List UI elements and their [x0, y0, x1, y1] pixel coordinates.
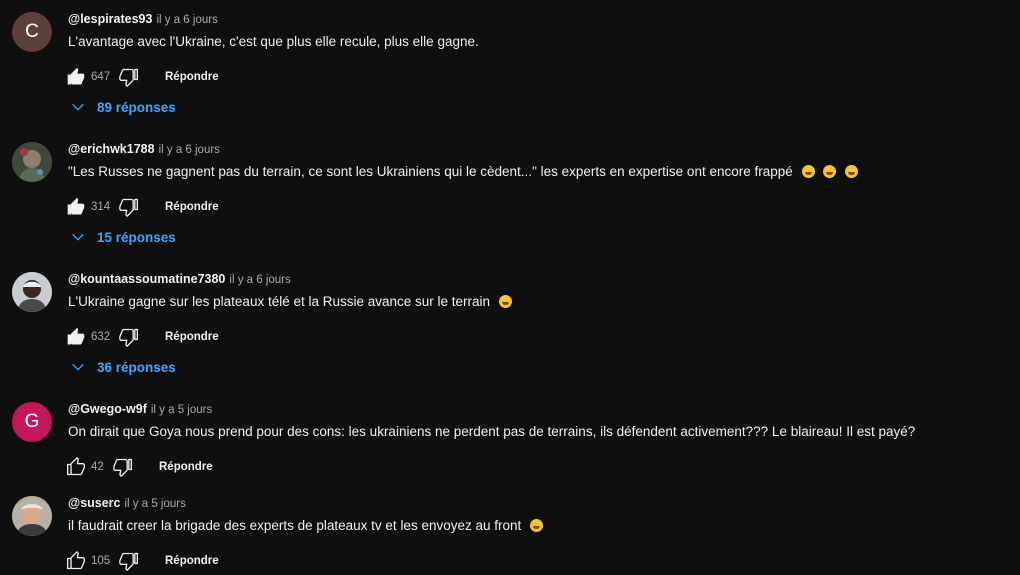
thumb-down-icon: [119, 68, 138, 87]
like-count: 42: [91, 461, 104, 473]
comment-author[interactable]: @erichwk1788: [68, 142, 155, 156]
comment-text: "Les Russes ne gagnent pas du terrain, c…: [68, 164, 859, 179]
thumb-down-icon: [113, 458, 132, 477]
comment-text-content: L'avantage avec l'Ukraine, c'est que plu…: [68, 34, 479, 49]
comment-actions: 314 Répondre: [66, 195, 219, 219]
comment-actions: 632 Répondre: [66, 325, 219, 349]
comment-text-content: "Les Russes ne gagnent pas du terrain, c…: [68, 164, 793, 179]
comment-text-content: il faudrait creer la brigade des experts…: [68, 518, 522, 533]
rolling-laughing-emoji-icon: [801, 165, 815, 178]
avatar[interactable]: C: [12, 12, 52, 52]
thumb-down-icon: [119, 328, 138, 347]
thumb-up-icon: [67, 457, 86, 476]
comment-author[interactable]: @lespirates93: [68, 12, 152, 26]
comment-actions: 105 Répondre: [66, 549, 219, 573]
like-button[interactable]: [66, 327, 86, 347]
like-button[interactable]: [66, 551, 86, 571]
comment-text: il faudrait creer la brigade des experts…: [68, 518, 544, 533]
comment-header: @Gwego-w9f il y a 5 jours: [68, 402, 212, 420]
comment-header: @erichwk1788 il y a 6 jours: [68, 142, 220, 160]
replies-count: 36 réponses: [97, 359, 176, 375]
chevron-down-icon: [72, 233, 84, 241]
dislike-button[interactable]: [119, 67, 139, 87]
replies-count: 15 réponses: [97, 229, 176, 245]
comment-header: @suserc il y a 5 jours: [68, 496, 186, 514]
replies-toggle[interactable]: 15 réponses: [70, 226, 176, 248]
comment-text: L'Ukraine gagne sur les plateaux télé et…: [68, 294, 512, 309]
comment-text: L'avantage avec l'Ukraine, c'est que plu…: [68, 34, 479, 49]
avatar-image: [12, 142, 52, 182]
comment-text: On dirait que Goya nous prend pour des c…: [68, 424, 915, 439]
comment-actions: 647 Répondre: [66, 65, 219, 89]
replies-count: 89 réponses: [97, 99, 176, 115]
thumb-up-icon: [67, 197, 85, 215]
reply-button[interactable]: Répondre: [165, 71, 219, 83]
chevron-down-icon: [72, 363, 84, 371]
reply-button[interactable]: Répondre: [165, 331, 219, 343]
like-button[interactable]: [66, 67, 86, 87]
avatar[interactable]: [12, 142, 52, 182]
reply-button[interactable]: Répondre: [165, 555, 219, 567]
comment-actions: 42 Répondre: [66, 455, 213, 479]
thumb-up-icon: [67, 67, 85, 85]
chevron-down-icon: [72, 103, 84, 111]
comment-time[interactable]: il y a 5 jours: [151, 404, 212, 416]
thumb-down-icon: [119, 198, 138, 217]
like-count: 632: [91, 331, 111, 343]
avatar-image: [12, 272, 52, 312]
comment-header: @kountaassoumatine7380 il y a 6 jours: [68, 272, 291, 290]
avatar[interactable]: G: [12, 402, 52, 442]
dislike-button[interactable]: [119, 551, 139, 571]
comment-text-content: On dirait que Goya nous prend pour des c…: [68, 424, 916, 439]
grinning-emoji-icon: [498, 295, 512, 308]
avatar[interactable]: [12, 272, 52, 312]
avatar-letter: C: [25, 21, 39, 42]
like-button[interactable]: [66, 457, 86, 477]
comment-author[interactable]: @Gwego-w9f: [68, 402, 147, 416]
comment-text-content: L'Ukraine gagne sur les plateaux télé et…: [68, 294, 491, 309]
reply-button[interactable]: Répondre: [159, 461, 213, 473]
dislike-button[interactable]: [113, 457, 133, 477]
like-count: 647: [91, 71, 111, 83]
comment-author[interactable]: @kountaassoumatine7380: [68, 272, 225, 286]
reply-button[interactable]: Répondre: [165, 201, 219, 213]
replies-toggle[interactable]: 89 réponses: [70, 96, 176, 118]
thumb-down-icon: [119, 552, 138, 571]
avatar-letter: G: [24, 411, 40, 432]
comment-time[interactable]: il y a 6 jours: [229, 274, 290, 286]
replies-toggle[interactable]: 36 réponses: [70, 356, 176, 378]
like-count: 314: [91, 201, 111, 213]
thumb-up-icon: [67, 327, 85, 345]
comment-time[interactable]: il y a 6 jours: [156, 14, 217, 26]
avatar[interactable]: [12, 496, 52, 536]
rolling-laughing-emoji-icon: [823, 165, 837, 178]
like-button[interactable]: [66, 197, 86, 217]
comment-time[interactable]: il y a 5 jours: [125, 498, 186, 510]
like-count: 105: [91, 555, 111, 567]
thumb-up-icon: [67, 551, 86, 570]
comment-author[interactable]: @suserc: [68, 496, 121, 510]
comment-time[interactable]: il y a 6 jours: [159, 144, 220, 156]
comment-header: @lespirates93 il y a 6 jours: [68, 12, 218, 30]
dislike-button[interactable]: [119, 327, 139, 347]
avatar-image: [12, 496, 52, 536]
rolling-laughing-emoji-icon: [845, 165, 859, 178]
grimacing-emoji-icon: [530, 519, 544, 532]
dislike-button[interactable]: [119, 197, 139, 217]
